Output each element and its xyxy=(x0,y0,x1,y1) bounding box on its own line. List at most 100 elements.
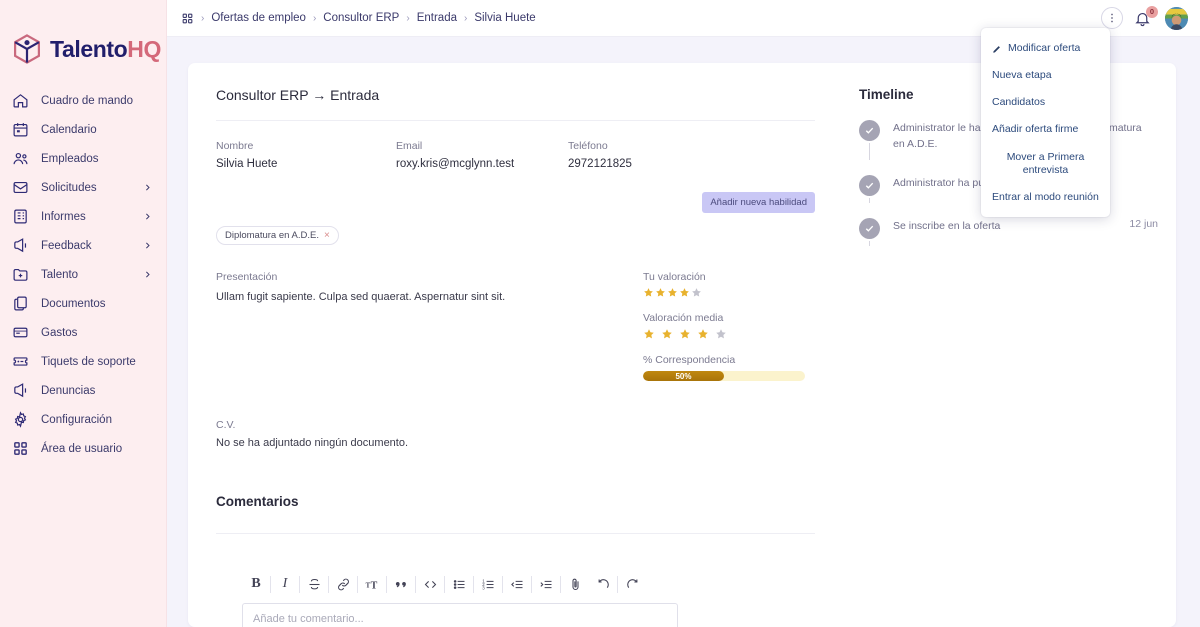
sidebar-item-label: Área de usuario xyxy=(41,442,123,455)
field-nombre: Nombre Silvia Huete xyxy=(216,140,396,170)
sidebar-item-label: Configuración xyxy=(41,413,112,426)
link-icon[interactable] xyxy=(329,571,357,597)
sidebar-item-calendario[interactable]: Calendario xyxy=(0,115,166,144)
comment-input[interactable] xyxy=(242,603,678,627)
svg-text:T: T xyxy=(365,582,370,589)
chevron-right-icon xyxy=(146,184,150,191)
timeline-marker xyxy=(859,120,880,160)
attachment-icon[interactable] xyxy=(561,571,589,597)
code-icon[interactable] xyxy=(416,571,444,597)
numbered-list-icon[interactable]: 123 xyxy=(474,571,502,597)
breadcrumb-separator: › xyxy=(406,12,410,24)
indent-icon[interactable] xyxy=(532,571,560,597)
field-value: Silvia Huete xyxy=(216,158,278,170)
sidebar-item-configuracion[interactable]: Configuración xyxy=(0,405,166,434)
your-rating-stars[interactable] xyxy=(643,287,815,298)
sidebar-item-informes[interactable]: Informes xyxy=(0,202,166,231)
skill-chip-label: Diplomatura en A.D.E. xyxy=(225,230,319,241)
brand-logo[interactable]: TalentoHQ xyxy=(0,0,166,72)
dropdown-item-label: Nueva etapa xyxy=(992,69,1052,82)
presentation-block: Presentación Ullam fugit sapiente. Culpa… xyxy=(216,271,643,381)
sidebar-item-talento[interactable]: Talento xyxy=(0,260,166,289)
text-size-icon[interactable]: TT xyxy=(358,571,386,597)
close-icon[interactable]: × xyxy=(324,230,330,241)
timeline-date: 12 jun xyxy=(1129,217,1158,230)
breadcrumb-item-consultor-erp[interactable]: Consultor ERP xyxy=(323,12,399,24)
home-icon xyxy=(12,92,29,109)
sidebar-item-label: Talento xyxy=(41,268,79,281)
breadcrumb-item-ofertas-de-empleo[interactable]: Ofertas de empleo xyxy=(211,12,306,24)
bold-icon[interactable]: B xyxy=(242,571,270,597)
sidebar-item-tiquets-de-soporte[interactable]: Tiquets de soporte xyxy=(0,347,166,376)
timeline-connector xyxy=(869,197,870,203)
editor-toolbar: B I T T 1 2 3 xyxy=(242,571,815,597)
star-filled-icon xyxy=(698,329,708,339)
page-title: Consultor ERP → Entrada xyxy=(216,87,380,103)
title-divider xyxy=(216,120,815,121)
cv-block: C.V. No se ha adjuntado ningún documento… xyxy=(216,419,815,449)
star-filled-icon xyxy=(644,288,653,297)
skill-chip-list: Diplomatura en A.D.E. × xyxy=(216,226,815,245)
pencil-icon xyxy=(993,45,1000,53)
avatar[interactable] xyxy=(1165,6,1188,30)
strikethrough-icon[interactable] xyxy=(300,571,328,597)
dropdown-item-mover-a-primera-entrevista[interactable]: Mover a Primera entrevista xyxy=(981,144,1110,184)
grid-icon xyxy=(12,440,29,457)
cv-value: No se ha adjuntado ningún documento. xyxy=(216,437,409,449)
inbox-icon xyxy=(12,179,29,196)
star-filled-icon xyxy=(680,329,690,339)
average-rating-label: Valoración media xyxy=(643,312,724,324)
dropdown-item-entrar-al-modo-reunion[interactable]: Entrar al modo reunión xyxy=(981,184,1110,211)
sidebar-item-area-de-usuario[interactable]: Área de usuario xyxy=(0,434,166,463)
more-options-button[interactable] xyxy=(1101,7,1123,29)
sidebar-item-empleados[interactable]: Empleados xyxy=(0,144,166,173)
sidebar-item-label: Calendario xyxy=(41,123,97,136)
dropdown-item-candidatos[interactable]: Candidatos xyxy=(981,89,1110,116)
comments-divider xyxy=(216,533,815,534)
apps-grid-icon[interactable] xyxy=(181,12,194,25)
timeline-body: Se inscribe en la oferta 12 jun xyxy=(893,218,1158,239)
breadcrumb-separator: › xyxy=(312,12,317,24)
sidebar-item-label: Tiquets de soporte xyxy=(41,355,136,368)
bullet-list-icon[interactable] xyxy=(445,571,473,597)
dropdown-item-modificar-oferta[interactable]: Modificar oferta xyxy=(981,35,1110,62)
italic-icon[interactable]: I xyxy=(271,571,299,597)
timeline-marker xyxy=(859,174,880,203)
svg-text:T: T xyxy=(370,580,377,591)
breadcrumb-item-silvia-huete: Silvia Huete xyxy=(474,12,536,24)
cube-person-logo-icon xyxy=(10,32,44,66)
sidebar-item-documentos[interactable]: Documentos xyxy=(0,289,166,318)
brand-name-accent: HQ xyxy=(127,35,161,62)
outdent-icon[interactable] xyxy=(503,571,531,597)
skill-chip[interactable]: Diplomatura en A.D.E. × xyxy=(216,226,339,245)
sidebar-item-gastos[interactable]: Gastos xyxy=(0,318,166,347)
breadcrumb-separator: › xyxy=(201,12,205,24)
blockquote-icon[interactable] xyxy=(387,571,415,597)
notifications-button[interactable]: 0 xyxy=(1134,6,1158,28)
average-rating-stars xyxy=(643,328,815,340)
field-label: Nombre xyxy=(216,140,254,152)
undo-icon[interactable] xyxy=(589,571,617,597)
dropdown-item-anadir-oferta-firme[interactable]: Añadir oferta firme xyxy=(981,116,1110,143)
user-avatar-image xyxy=(1165,6,1188,30)
correspondence-progress: 50% xyxy=(643,371,805,381)
add-skill-button[interactable]: Añadir nueva habilidad xyxy=(702,192,815,213)
correspondence-label: % Correspondencia xyxy=(643,354,736,366)
users-icon xyxy=(12,150,29,167)
field-label: Teléfono xyxy=(568,140,608,152)
sidebar-item-solicitudes[interactable]: Solicitudes xyxy=(0,173,166,202)
dropdown-item-nueva-etapa[interactable]: Nueva etapa xyxy=(981,62,1110,89)
sidebar-item-feedback[interactable]: Feedback xyxy=(0,231,166,260)
credit-card-icon xyxy=(12,324,29,341)
breadcrumb-item-entrada[interactable]: Entrada xyxy=(417,12,457,24)
sidebar-item-denuncias[interactable]: Denuncias xyxy=(0,376,166,405)
check-icon xyxy=(859,120,880,141)
dropdown-item-label: Entrar al modo reunión xyxy=(992,190,1099,203)
sidebar-item-label: Gastos xyxy=(41,326,78,339)
redo-icon[interactable] xyxy=(618,571,646,597)
check-icon xyxy=(859,217,880,239)
sidebar-item-cuadro-de-mando[interactable]: Cuadro de mando xyxy=(0,86,166,115)
more-vertical-icon xyxy=(1111,13,1113,23)
chevron-right-icon xyxy=(146,213,150,220)
correspondence-progress-fill: 50% xyxy=(643,371,724,381)
